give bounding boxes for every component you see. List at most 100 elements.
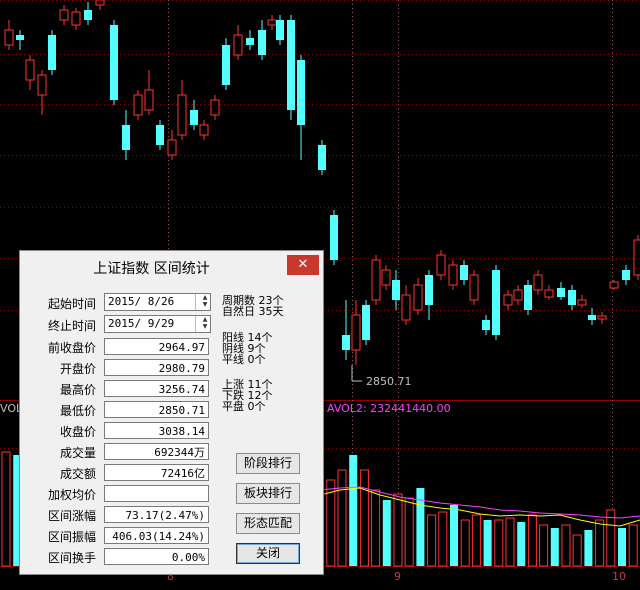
candle (144, 70, 154, 115)
flat-count: 平盘 0个 (222, 400, 266, 413)
candle (425, 270, 433, 320)
row-value-field: 0.00% (104, 548, 209, 565)
candle (246, 30, 254, 50)
candle (25, 55, 35, 90)
x-axis-label-sep: 9 (394, 570, 401, 583)
row-value-field: 3256.74 (104, 380, 209, 397)
avol2-indicator-label: AVOL2: 232441440.00 (327, 402, 451, 415)
volume-bar (349, 455, 358, 566)
candle (95, 0, 105, 10)
row-value-field: 2850.71 (104, 401, 209, 418)
candle (210, 95, 220, 120)
candle (568, 285, 576, 310)
spinner-up-icon[interactable]: ▲ (196, 316, 214, 323)
candle (59, 5, 69, 25)
dialog-titlebar[interactable]: 上证指数 区间统计 ✕ (20, 251, 323, 281)
spinner-down-icon[interactable]: ▼ (196, 301, 214, 308)
close-icon[interactable]: ✕ (287, 255, 319, 275)
volume-bar (606, 509, 616, 567)
candle (557, 282, 565, 300)
end-time-label: 终止时间 (47, 319, 96, 333)
end-time-spinner[interactable]: ▲ ▼ (195, 316, 214, 332)
candle (199, 120, 209, 140)
volume-bar (404, 497, 414, 567)
row-value-field (104, 485, 209, 502)
volume-bar (450, 505, 458, 566)
candle (351, 300, 361, 365)
stage-rank-button[interactable]: 阶段排行 (236, 453, 300, 474)
start-time-spinner[interactable]: ▲ ▼ (195, 294, 214, 310)
candle (448, 260, 458, 290)
flat-lines-count: 平线 0个 (222, 353, 266, 366)
row-value-field: 692344万 (104, 443, 209, 460)
candle (597, 312, 607, 324)
candle (342, 300, 350, 360)
row-value-field: 3038.14 (104, 422, 209, 439)
candle (233, 25, 243, 60)
volume-bar (1, 451, 11, 567)
candle (167, 130, 177, 160)
candle (436, 250, 446, 280)
candle (503, 290, 513, 310)
candle (156, 120, 164, 150)
volume-bar (618, 528, 626, 566)
candle (276, 15, 284, 45)
row-label: 前收盘价 (47, 341, 96, 355)
volume-bar (471, 514, 481, 567)
row-label: 区间换手 (47, 551, 96, 565)
candle (533, 270, 543, 295)
candle (297, 55, 305, 160)
volume-bar (628, 524, 638, 567)
volume-bar (595, 519, 605, 567)
volume-bar (505, 517, 515, 567)
row-label: 最高价 (59, 383, 96, 397)
row-label: 开盘价 (59, 362, 96, 376)
candle (362, 300, 370, 345)
close-button[interactable]: 关闭 (236, 543, 300, 564)
candle (222, 38, 230, 90)
candle (588, 308, 596, 325)
spinner-up-icon[interactable]: ▲ (196, 294, 214, 301)
candle (330, 210, 338, 265)
candle (513, 285, 523, 305)
candle (177, 80, 187, 140)
candle (110, 20, 118, 105)
candle (622, 265, 630, 285)
candle (122, 110, 130, 160)
volume-bar (539, 524, 549, 567)
candle (413, 278, 423, 315)
candle (544, 285, 554, 300)
volume-bar (438, 511, 448, 567)
row-label: 收盘价 (59, 425, 96, 439)
candle (16, 30, 24, 50)
start-time-value: 2015/ 8/26 (108, 295, 175, 308)
candle (71, 8, 81, 30)
volume-bar (393, 493, 403, 567)
candle (287, 15, 295, 120)
row-label: 最低价 (59, 404, 96, 418)
pattern-match-button[interactable]: 形态匹配 (236, 513, 300, 534)
candle (633, 235, 640, 280)
candle (609, 280, 619, 290)
candle (37, 70, 47, 115)
row-label: 加权均价 (47, 488, 96, 502)
candle (460, 260, 468, 285)
candle (577, 295, 587, 308)
volume-bar (427, 514, 437, 567)
sector-rank-button[interactable]: 板块排行 (236, 483, 300, 504)
row-value-field: 73.17(2.47%) (104, 506, 209, 523)
end-time-value: 2015/ 9/29 (108, 317, 175, 330)
volume-bar (483, 520, 492, 566)
candle (84, 2, 92, 25)
volume-bar (550, 528, 559, 566)
volume-bar (584, 530, 593, 566)
interval-stats-dialog: 上证指数 区间统计 ✕ 起始时间 2015/ 8/26 ▲ ▼ 终止时间 201… (19, 250, 324, 575)
row-value-field: 2980.79 (104, 359, 209, 376)
candle (492, 265, 500, 340)
candle (4, 20, 14, 50)
candle (371, 255, 381, 305)
low-price-label: 2850.71 (366, 375, 412, 388)
row-value-field: 72416亿 (104, 464, 209, 481)
candle (469, 270, 479, 305)
spinner-down-icon[interactable]: ▼ (196, 323, 214, 330)
